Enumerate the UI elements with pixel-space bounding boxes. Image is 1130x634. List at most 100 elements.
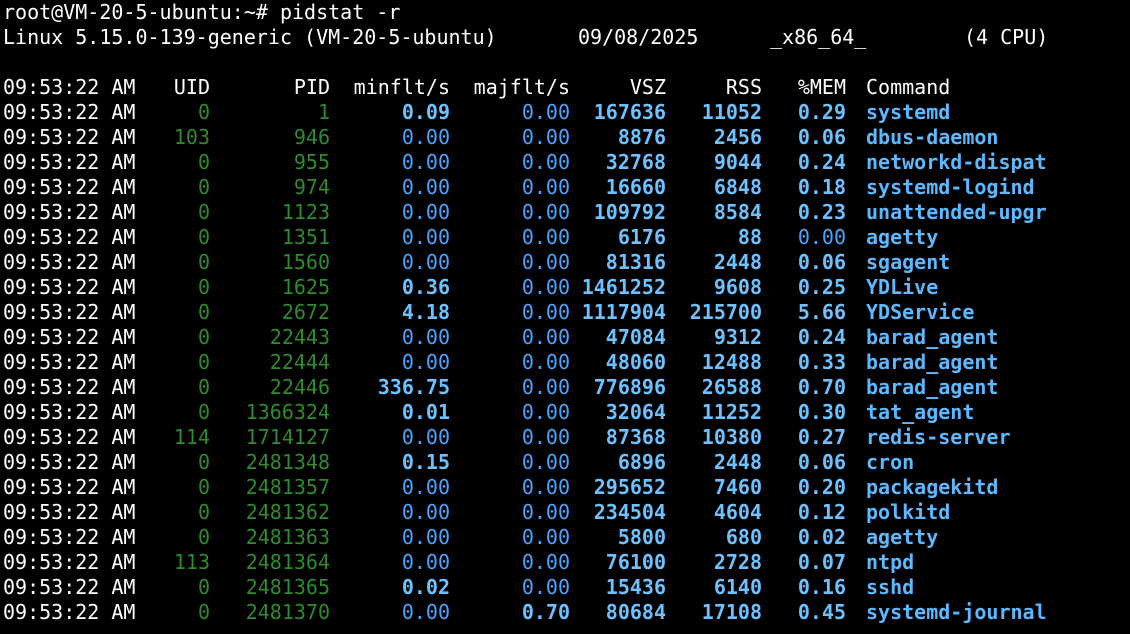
cell-majflt: 0.00 [521, 450, 570, 474]
cell-uid: 0 [197, 450, 210, 474]
table-row: 09:53:22 AM 0 1560 0.00 0.00 81316 2448 0.06 sga… [3, 250, 1128, 275]
header-pid: PID [293, 75, 330, 99]
cell-uid: 0 [197, 325, 210, 349]
cell-rss: 17108 [701, 600, 762, 624]
cell-command: tat_agent [866, 400, 975, 424]
cell-command: systemd-journal [866, 600, 1047, 624]
cell-command: YDLive [866, 275, 939, 299]
cell-majflt: 0.00 [521, 300, 570, 324]
cell-time: 09:53:22 AM [3, 425, 136, 449]
cell-time: 09:53:22 AM [3, 525, 136, 549]
cell-time: 09:53:22 AM [3, 100, 136, 124]
cell-vsz: 6176 [617, 225, 666, 249]
terminal-window[interactable]: root@VM-20-5-ubuntu:~# pidstat -r Linux … [0, 0, 1130, 634]
cell-time: 09:53:22 AM [3, 350, 136, 374]
cell-pid: 955 [293, 150, 330, 174]
cell-vsz: 15436 [605, 575, 666, 599]
cell-rss: 11052 [701, 100, 762, 124]
cell-uid: 0 [197, 600, 210, 624]
cell-pid: 22443 [269, 325, 330, 349]
cell-uid: 0 [197, 275, 210, 299]
cell-pid: 22444 [269, 350, 330, 374]
cell-vsz: 295652 [593, 475, 666, 499]
cell-time: 09:53:22 AM [3, 150, 136, 174]
cell-minflt: 0.00 [401, 250, 450, 274]
header-time: 09:53:22 AM [3, 75, 136, 99]
cell-rss: 2456 [713, 125, 762, 149]
table-row: 09:53:22 AM 103 946 0.00 0.00 8876 2456 0.06 dbu… [3, 125, 1128, 150]
cell-time: 09:53:22 AM [3, 300, 136, 324]
cell-minflt: 0.01 [401, 400, 450, 424]
cell-mem: 0.45 [797, 600, 846, 624]
cell-minflt: 0.00 [401, 350, 450, 374]
cell-minflt: 4.18 [401, 300, 450, 324]
cell-majflt: 0.00 [521, 425, 570, 449]
cell-pid: 1 [317, 100, 330, 124]
cell-pid: 1366324 [245, 400, 330, 424]
cell-pid: 22446 [269, 375, 330, 399]
cell-majflt: 0.00 [521, 125, 570, 149]
cell-mem: 0.24 [797, 325, 846, 349]
cell-mem: 0.25 [797, 275, 846, 299]
table-row: 09:53:22 AM 114 1714127 0.00 0.00 87368 10380 0… [3, 425, 1128, 450]
cell-command: systemd-logind [866, 175, 1035, 199]
cell-pid: 2481357 [245, 475, 330, 499]
cell-mem: 0.33 [797, 350, 846, 374]
date-info: 09/08/2025 [578, 25, 699, 49]
cell-command: agetty [866, 225, 939, 249]
table-row: 09:53:22 AM 0 2481370 0.00 0.70 80684 17108 0.4… [3, 600, 1128, 625]
cell-command: systemd [866, 100, 951, 124]
table-header: 09:53:22 AM UID PID minflt/s majflt/s VS… [3, 75, 1128, 100]
cell-minflt: 0.00 [401, 125, 450, 149]
cell-vsz: 1117904 [581, 300, 666, 324]
cell-command: barad_agent [866, 350, 999, 374]
table-row: 09:53:22 AM 0 974 0.00 0.00 16660 6848 0.18 syst… [3, 175, 1128, 200]
cell-pid: 2481362 [245, 500, 330, 524]
cell-vsz: 32064 [605, 400, 666, 424]
cell-uid: 0 [197, 100, 210, 124]
cell-time: 09:53:22 AM [3, 225, 136, 249]
table-row: 09:53:22 AM 0 2481357 0.00 0.00 295652 7460 0.2… [3, 475, 1128, 500]
cell-pid: 2481348 [245, 450, 330, 474]
cell-pid: 946 [293, 125, 330, 149]
cell-uid: 0 [197, 175, 210, 199]
cell-majflt: 0.00 [521, 250, 570, 274]
table-row: 09:53:22 AM 0 2481348 0.15 0.00 6896 2448 0.06 c… [3, 450, 1128, 475]
cell-pid: 2481370 [245, 600, 330, 624]
cell-mem: 0.00 [797, 225, 846, 249]
cell-vsz: 80684 [605, 600, 666, 624]
cell-time: 09:53:22 AM [3, 125, 136, 149]
cell-command: YDService [866, 300, 975, 324]
cell-time: 09:53:22 AM [3, 375, 136, 399]
cell-rss: 7460 [713, 475, 762, 499]
cell-vsz: 87368 [605, 425, 666, 449]
cell-pid: 1123 [281, 200, 330, 224]
cell-time: 09:53:22 AM [3, 200, 136, 224]
cell-pid: 1351 [281, 225, 330, 249]
header-rss: RSS [725, 75, 762, 99]
cell-uid: 0 [197, 475, 210, 499]
cell-vsz: 32768 [605, 150, 666, 174]
cell-vsz: 47084 [605, 325, 666, 349]
cell-pid: 2481365 [245, 575, 330, 599]
cell-minflt: 0.00 [401, 200, 450, 224]
cell-uid: 0 [197, 500, 210, 524]
cell-majflt: 0.00 [521, 275, 570, 299]
cell-mem: 0.18 [797, 175, 846, 199]
cell-minflt: 336.75 [377, 375, 450, 399]
cell-minflt: 0.00 [401, 500, 450, 524]
cell-command: sshd [866, 575, 915, 599]
table-row: 09:53:22 AM 0 955 0.00 0.00 32768 9044 0.24 netw… [3, 150, 1128, 175]
table-row: 09:53:22 AM 0 2481362 0.00 0.00 234504 4604 0.1… [3, 500, 1128, 525]
cell-rss: 8584 [713, 200, 762, 224]
cell-time: 09:53:22 AM [3, 175, 136, 199]
cell-minflt: 0.00 [401, 550, 450, 574]
cell-minflt: 0.02 [401, 575, 450, 599]
kernel-info: Linux 5.15.0-139-generic (VM-20-5-ubuntu… [3, 25, 497, 49]
header-mem: %MEM [797, 75, 846, 99]
cell-rss: 9044 [713, 150, 762, 174]
cell-time: 09:53:22 AM [3, 250, 136, 274]
cell-minflt: 0.15 [401, 450, 450, 474]
cell-majflt: 0.00 [521, 150, 570, 174]
cell-vsz: 76100 [605, 550, 666, 574]
